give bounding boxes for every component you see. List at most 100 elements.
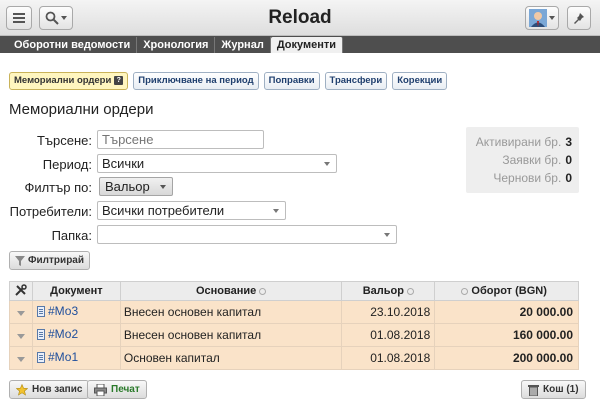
search-label: Търсене:: [36, 133, 92, 148]
turnover-header-label: Оборот (BGN): [471, 285, 547, 297]
document-number: #Мо3: [47, 304, 79, 319]
hamburger-icon: [13, 13, 25, 23]
help-icon[interactable]: ?: [114, 75, 124, 85]
filter-button[interactable]: Филтрирай: [9, 251, 91, 270]
printer-icon: [94, 383, 107, 396]
table-row[interactable]: #Мо1 Основен капитал 01.08.2018 200 000.…: [9, 346, 579, 370]
magnifier-icon: [45, 11, 59, 25]
turnover-cell: 20 000.00: [434, 300, 579, 324]
users-value: Всички потребители: [102, 203, 225, 218]
chevron-down-icon: [324, 162, 330, 166]
stat-drafts-label: Чернови бр.: [493, 171, 562, 185]
chevron-down-icon: [160, 185, 166, 189]
table-header-row: Документ Основание Вальор Оборот (BGN): [9, 281, 579, 301]
stat-requests: Заявки бр. 0: [502, 153, 572, 167]
top-bar: Reload: [0, 0, 600, 36]
subtab-label: Мемориални ордери: [14, 75, 112, 86]
search-input[interactable]: [97, 130, 264, 149]
stat-requests-value: 0: [565, 153, 572, 167]
pin-button[interactable]: [567, 6, 591, 30]
table-row[interactable]: #Мо3 Внесен основен капитал 23.10.2018 2…: [9, 300, 579, 324]
pushpin-icon: [574, 13, 584, 24]
subtab-adjustments[interactable]: Корекции: [392, 72, 448, 90]
stat-activated-value: 3: [565, 135, 572, 149]
star-icon: [16, 383, 28, 396]
stat-activated-label: Активирани бр.: [475, 135, 562, 149]
sort-icon: [259, 287, 267, 295]
sort-icon: [461, 287, 469, 295]
stat-drafts: Чернови бр. 0: [493, 171, 572, 185]
date-header[interactable]: Вальор: [341, 281, 436, 301]
new-record-button[interactable]: Нов запис: [9, 380, 90, 399]
page-title: Мемориални ордери: [9, 101, 154, 118]
basis-cell: Внесен основен капитал: [119, 300, 343, 324]
documents-table: Документ Основание Вальор Оборот (BGN) #…: [9, 281, 579, 370]
basis-cell: Внесен основен капитал: [119, 323, 343, 347]
chevron-down-icon: [384, 233, 390, 237]
main-tabs: Оборотни ведомости Хронология Журнал Док…: [0, 36, 600, 53]
filter-by-label: Филтър по:: [24, 180, 92, 195]
basis-header-label: Основание: [195, 285, 257, 297]
print-button[interactable]: Печат: [87, 380, 147, 399]
tools-icon: [15, 283, 27, 296]
document-link[interactable]: #Мо2: [33, 327, 78, 341]
basis-header[interactable]: Основание: [119, 281, 343, 301]
document-icon: [36, 351, 45, 363]
search-button[interactable]: [39, 6, 73, 30]
filter-by-select[interactable]: Вальор: [99, 177, 173, 196]
folder-select[interactable]: [97, 225, 397, 244]
period-label: Период:: [42, 157, 92, 172]
users-label: Потребители:: [9, 204, 92, 219]
users-select[interactable]: Всички потребители: [97, 201, 286, 220]
document-icon: [36, 305, 45, 317]
tab-turnover-statements[interactable]: Оборотни ведомости: [8, 37, 138, 53]
period-value: Всички: [102, 156, 145, 171]
date-cell: 01.08.2018: [341, 346, 436, 370]
subtab-transfers[interactable]: Трансфери: [324, 72, 388, 90]
document-number: #Мо2: [47, 327, 79, 342]
document-type-tabs: Мемориални ордери? Приключване на период…: [9, 72, 448, 90]
subtab-memorial-orders[interactable]: Мемориални ордери?: [9, 72, 129, 90]
stat-activated: Активирани бр. 3: [476, 135, 572, 149]
filter-by-value: Вальор: [105, 179, 150, 194]
subtab-corrections[interactable]: Поправки: [263, 72, 320, 90]
print-label: Печат: [111, 384, 140, 395]
stat-requests-label: Заявки бр.: [502, 153, 562, 167]
tab-chronology[interactable]: Хронология: [137, 37, 216, 53]
table-row[interactable]: #Мо2 Внесен основен капитал 01.08.2018 1…: [9, 323, 579, 347]
user-avatar-icon: [529, 9, 547, 27]
chevron-down-icon: [16, 311, 25, 316]
document-stats: Активирани бр. 3 Заявки бр. 0 Чернови бр. 0: [466, 127, 579, 193]
chevron-down-icon: [549, 16, 555, 20]
chevron-down-icon: [16, 334, 25, 339]
date-header-label: Вальор: [362, 285, 404, 297]
chevron-down-icon: [61, 16, 67, 20]
funnel-icon: [15, 255, 25, 266]
turnover-cell: 160 000.00: [434, 323, 579, 347]
row-menu[interactable]: [9, 346, 33, 370]
trash-icon: [528, 384, 539, 396]
period-select[interactable]: Всички: [97, 154, 337, 173]
chevron-down-icon: [273, 209, 279, 213]
subtab-period-closing[interactable]: Приключване на период: [133, 72, 259, 90]
sort-icon: [406, 287, 414, 295]
trash-button[interactable]: Кош (1): [521, 380, 586, 399]
tab-journal[interactable]: Журнал: [215, 37, 271, 53]
row-menu[interactable]: [9, 300, 33, 324]
turnover-header[interactable]: Оборот (BGN): [434, 281, 579, 301]
menu-button[interactable]: [6, 6, 32, 30]
trash-label: Кош (1): [543, 384, 579, 395]
actions-header: [9, 281, 33, 301]
date-cell: 23.10.2018: [341, 300, 436, 324]
user-button[interactable]: [525, 6, 559, 30]
tab-documents[interactable]: Документи: [270, 37, 344, 53]
document-link[interactable]: #Мо3: [33, 304, 78, 318]
basis-cell: Основен капитал: [119, 346, 343, 370]
page-header-title: Reload: [268, 7, 332, 28]
document-number: #Мо1: [47, 350, 79, 365]
row-menu[interactable]: [9, 323, 33, 347]
folder-label: Папка:: [51, 228, 92, 243]
new-record-label: Нов запис: [32, 384, 83, 395]
document-link[interactable]: #Мо1: [33, 350, 78, 364]
date-cell: 01.08.2018: [341, 323, 436, 347]
